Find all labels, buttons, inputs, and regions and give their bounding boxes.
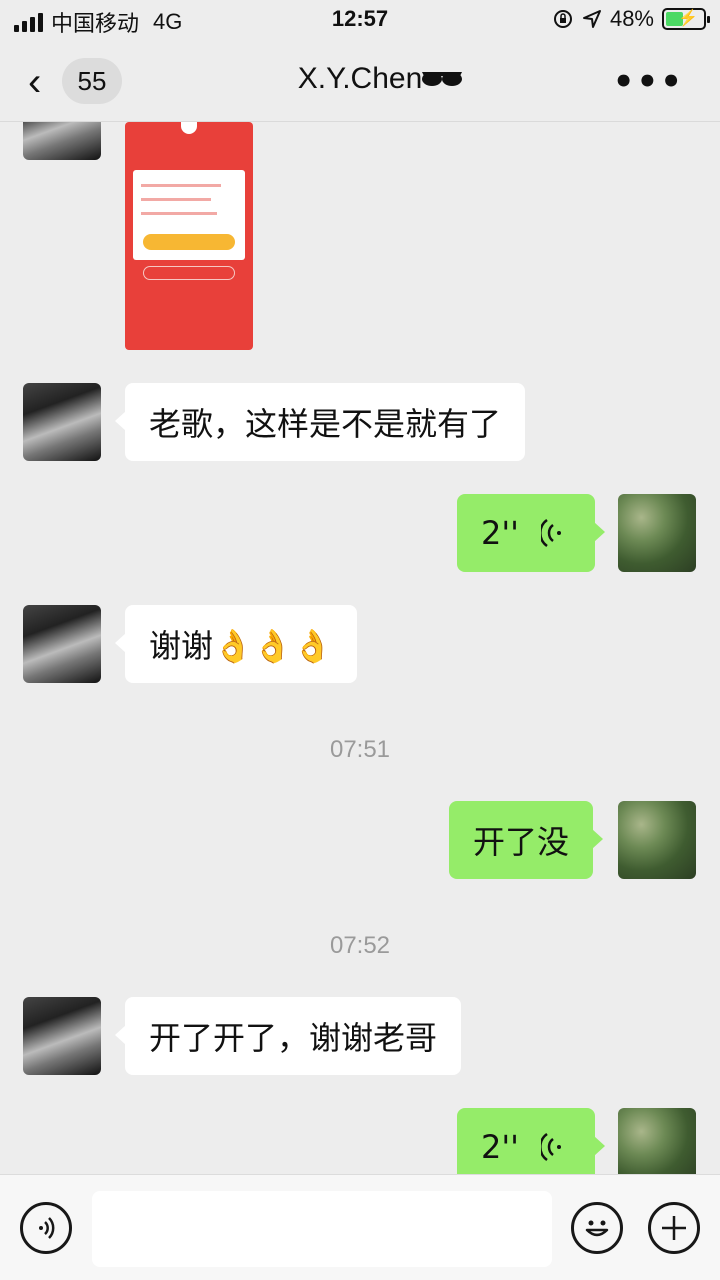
location-icon — [582, 10, 601, 28]
voice-duration: 2'' — [481, 514, 519, 552]
status-bar: 中国移动 4G 12:57 48% ⚡ — [0, 0, 720, 40]
timestamp: 07:51 — [329, 736, 391, 763]
chat-header: ‹ 55 X.Y.Chen ••• — [0, 40, 720, 122]
battery-percent: 48% — [609, 6, 654, 31]
message-text: 开了开了，谢谢老哥 — [149, 1019, 438, 1057]
contact-avatar[interactable] — [23, 122, 101, 160]
voice-message-bubble[interactable]: 2'' — [457, 1108, 605, 1174]
rotation-lock-icon — [553, 10, 572, 28]
message-bubble-incoming[interactable]: 谢谢👌👌👌 — [115, 605, 357, 683]
timestamp: 07:52 — [329, 932, 391, 959]
poster-image[interactable] — [125, 122, 253, 350]
message-list[interactable]: 老歌，这样是不是就有了 2'' 谢谢👌👌👌 07:51 开了没 07:52 开了… — [0, 122, 720, 1174]
emoji-icon[interactable] — [571, 1202, 623, 1254]
voice-message-bubble[interactable]: 2'' — [457, 494, 605, 572]
poster-text-line — [141, 198, 211, 201]
message-text: 开了没 — [473, 823, 570, 861]
message-bubble-outgoing[interactable]: 开了没 — [449, 801, 604, 879]
contact-avatar[interactable] — [23, 605, 101, 683]
poster-link — [143, 266, 235, 280]
poster-text-line — [141, 212, 217, 215]
poster-button — [143, 234, 235, 250]
contact-avatar[interactable] — [23, 383, 101, 461]
more-dots-icon[interactable]: ••• — [613, 62, 684, 102]
battery-icon: ⚡ — [662, 8, 710, 30]
my-avatar[interactable] — [618, 494, 696, 572]
status-icons: 48% ⚡ — [552, 6, 710, 32]
check-icon — [181, 122, 197, 134]
voice-wave-icon — [540, 518, 561, 548]
sunglasses-icon — [422, 72, 462, 86]
contact-avatar[interactable] — [23, 997, 101, 1075]
voice-duration: 2'' — [481, 1128, 519, 1166]
message-text: 谢谢👌👌👌 — [149, 627, 333, 665]
message-text: 老歌，这样是不是就有了 — [149, 405, 502, 443]
my-avatar[interactable] — [618, 801, 696, 879]
input-bar — [0, 1174, 720, 1280]
message-bubble-incoming[interactable]: 老歌，这样是不是就有了 — [114, 383, 526, 461]
message-input[interactable] — [92, 1191, 552, 1267]
message-bubble-incoming[interactable]: 开了开了，谢谢老哥 — [114, 997, 462, 1075]
voice-mode-icon[interactable] — [20, 1202, 72, 1254]
poster-text-line — [141, 184, 221, 187]
plus-icon[interactable] — [648, 1202, 700, 1254]
my-avatar[interactable] — [618, 1108, 696, 1174]
voice-wave-icon — [540, 1132, 561, 1162]
